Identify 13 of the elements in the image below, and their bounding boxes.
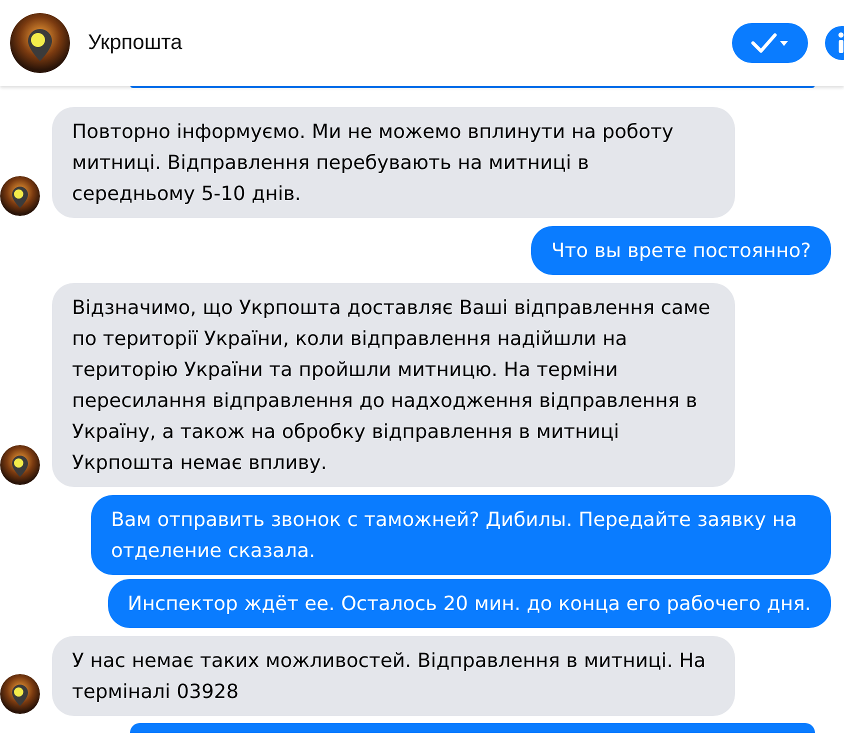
- status-button[interactable]: [732, 23, 808, 63]
- chat-title: Укрпошта: [88, 31, 182, 55]
- avatar-icon: [10, 13, 70, 73]
- avatar-icon: [0, 674, 40, 714]
- message-bubble: У нас немає таких можливостей. Відправлення в митниці. На терміналі 03928: [52, 636, 735, 716]
- message-bubble: Відзначимо, що Укрпошта доставляє Ваші відправлення саме по території України, коли відправлення надійшли на територію України та пройшли митницю. На терміни пересилання відправлення до надходження відправлення в Україну, а також на обробку відправлення в митниці Укрпошта немає впливу.: [52, 283, 735, 487]
- avatar-icon: [0, 445, 40, 485]
- message-bubble: Инспектор ждёт ее. Осталось 20 мин. до конца его рабочего дня.: [108, 579, 831, 628]
- checkmark-icon: [750, 32, 790, 54]
- avatar-icon: [0, 176, 40, 216]
- message-bubble: Вам отправить звонок с таможней? Дибилы. Передайте заявку на отделение сказала.: [91, 495, 831, 575]
- message-bubble: Повторно інформуємо. Ми не можемо вплинути на роботу митниці. Відправлення перебувають на митниці в середньому 5-10 днів.: [52, 107, 735, 218]
- message-bubble: Что вы врете постоянно?: [531, 226, 831, 275]
